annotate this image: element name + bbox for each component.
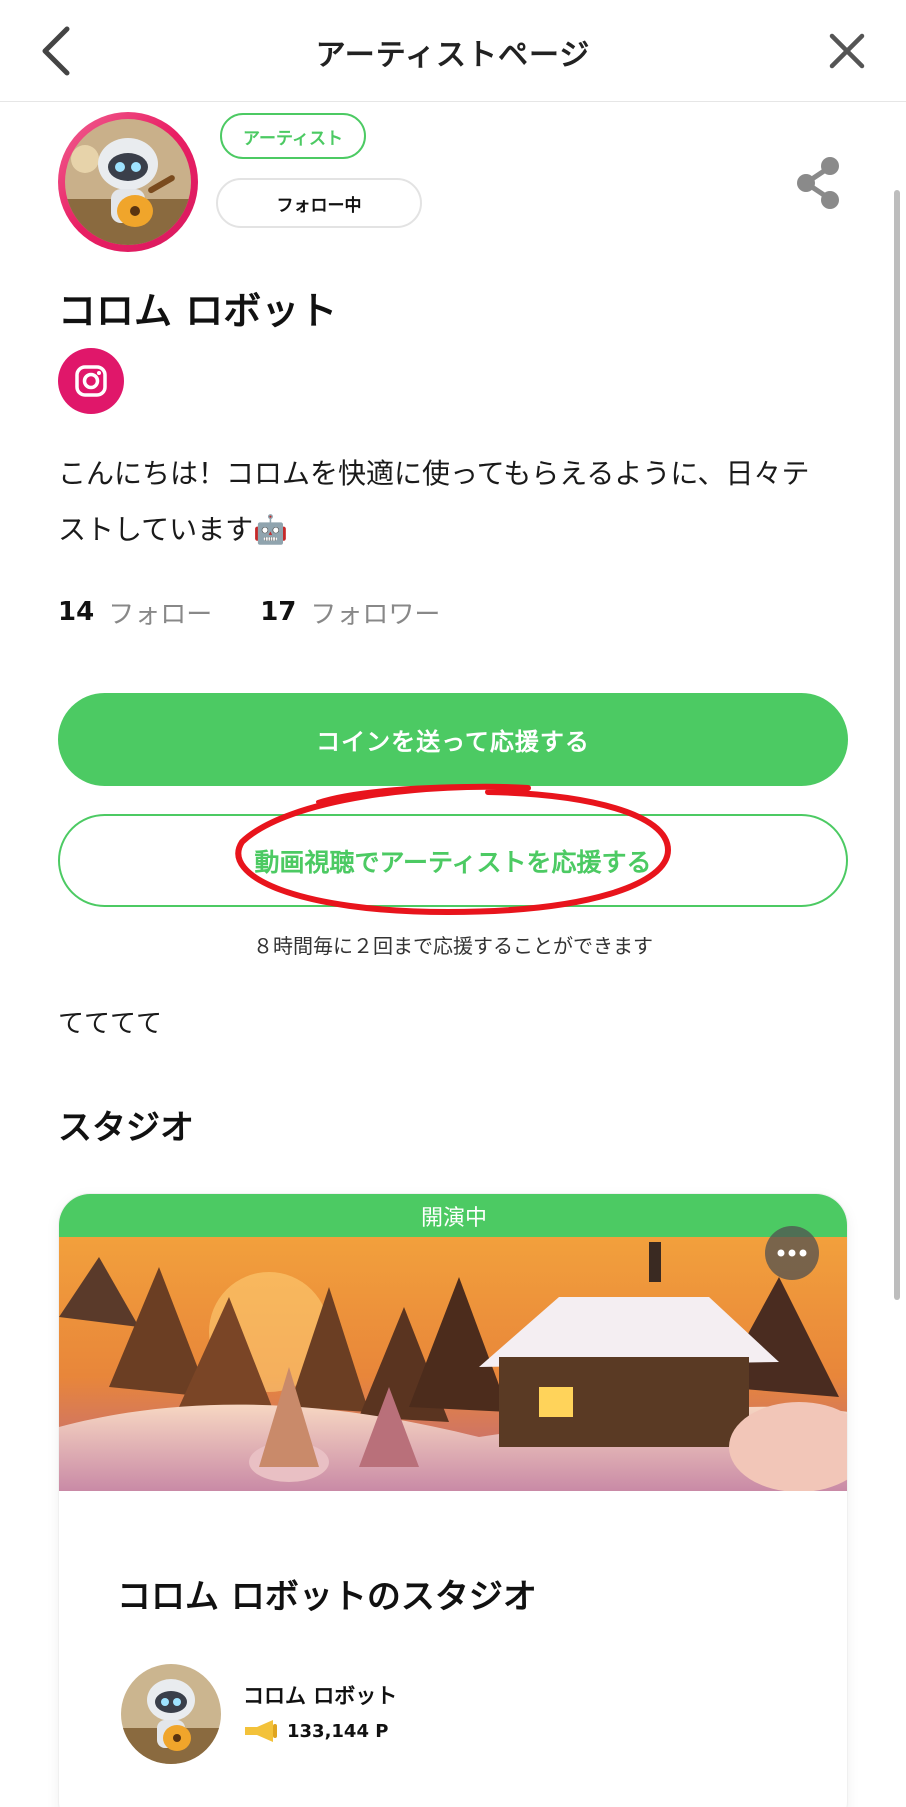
following-count[interactable]: 14 bbox=[58, 597, 94, 627]
more-dots-icon bbox=[777, 1249, 807, 1257]
instagram-link[interactable] bbox=[58, 348, 124, 414]
share-button[interactable] bbox=[790, 154, 848, 212]
artist-name: コロム ロボット bbox=[58, 289, 338, 333]
follower-label[interactable]: フォロワー bbox=[310, 594, 440, 631]
bio-line: ストしています🤖 bbox=[58, 513, 289, 546]
studio-name: コロム ロボットのスタジオ bbox=[117, 1577, 537, 1617]
following-label[interactable]: フォロー bbox=[108, 594, 212, 631]
scrollbar[interactable] bbox=[894, 190, 900, 1300]
studio-cover-image bbox=[59, 1237, 847, 1491]
follow-stats: 14 フォロー 17 フォロワー bbox=[58, 592, 440, 632]
owner-avatar bbox=[121, 1664, 221, 1764]
bio-line: こんにちは！コロムを快適に使ってもらえるように、日々テ bbox=[58, 457, 810, 490]
artist-bio: こんにちは！コロムを快適に使ってもらえるように、日々テ ストしています🤖 bbox=[58, 446, 848, 558]
follower-count[interactable]: 17 bbox=[260, 597, 296, 627]
close-icon bbox=[829, 33, 865, 69]
robot-avatar-image bbox=[121, 1664, 221, 1764]
support-limit-note: ８時間毎に２回まで応援することができます bbox=[253, 934, 653, 958]
artist-badge: アーティスト bbox=[220, 113, 366, 159]
artist-text: てててて bbox=[58, 1009, 163, 1039]
watch-video-support-button[interactable]: 動画視聴でアーティストを応援する bbox=[58, 814, 848, 907]
send-coin-button[interactable]: コインを送って応援する bbox=[58, 693, 848, 786]
megaphone-icon bbox=[245, 1720, 277, 1742]
points-value: 133,144 P bbox=[287, 1720, 389, 1742]
page-title: アーティストページ bbox=[315, 38, 591, 73]
studio-section-title: スタジオ bbox=[58, 1108, 194, 1148]
instagram-icon bbox=[75, 365, 107, 397]
owner-points: 133,144 P bbox=[243, 1718, 388, 1744]
more-options-button[interactable] bbox=[765, 1226, 819, 1280]
owner-name: コロム ロボット bbox=[243, 1684, 398, 1708]
share-icon bbox=[797, 157, 839, 209]
artist-avatar bbox=[58, 112, 198, 252]
status-banner: 開演中 bbox=[59, 1194, 847, 1238]
close-button[interactable] bbox=[818, 22, 876, 80]
app-header: アーティストページ bbox=[0, 0, 906, 102]
following-button[interactable]: フォロー中 bbox=[216, 178, 422, 228]
studio-card[interactable]: 開演中 コロム ロボットのスタジオ コロム ロボット 133,144 P bbox=[58, 1193, 848, 1807]
robot-avatar-image bbox=[65, 119, 191, 245]
